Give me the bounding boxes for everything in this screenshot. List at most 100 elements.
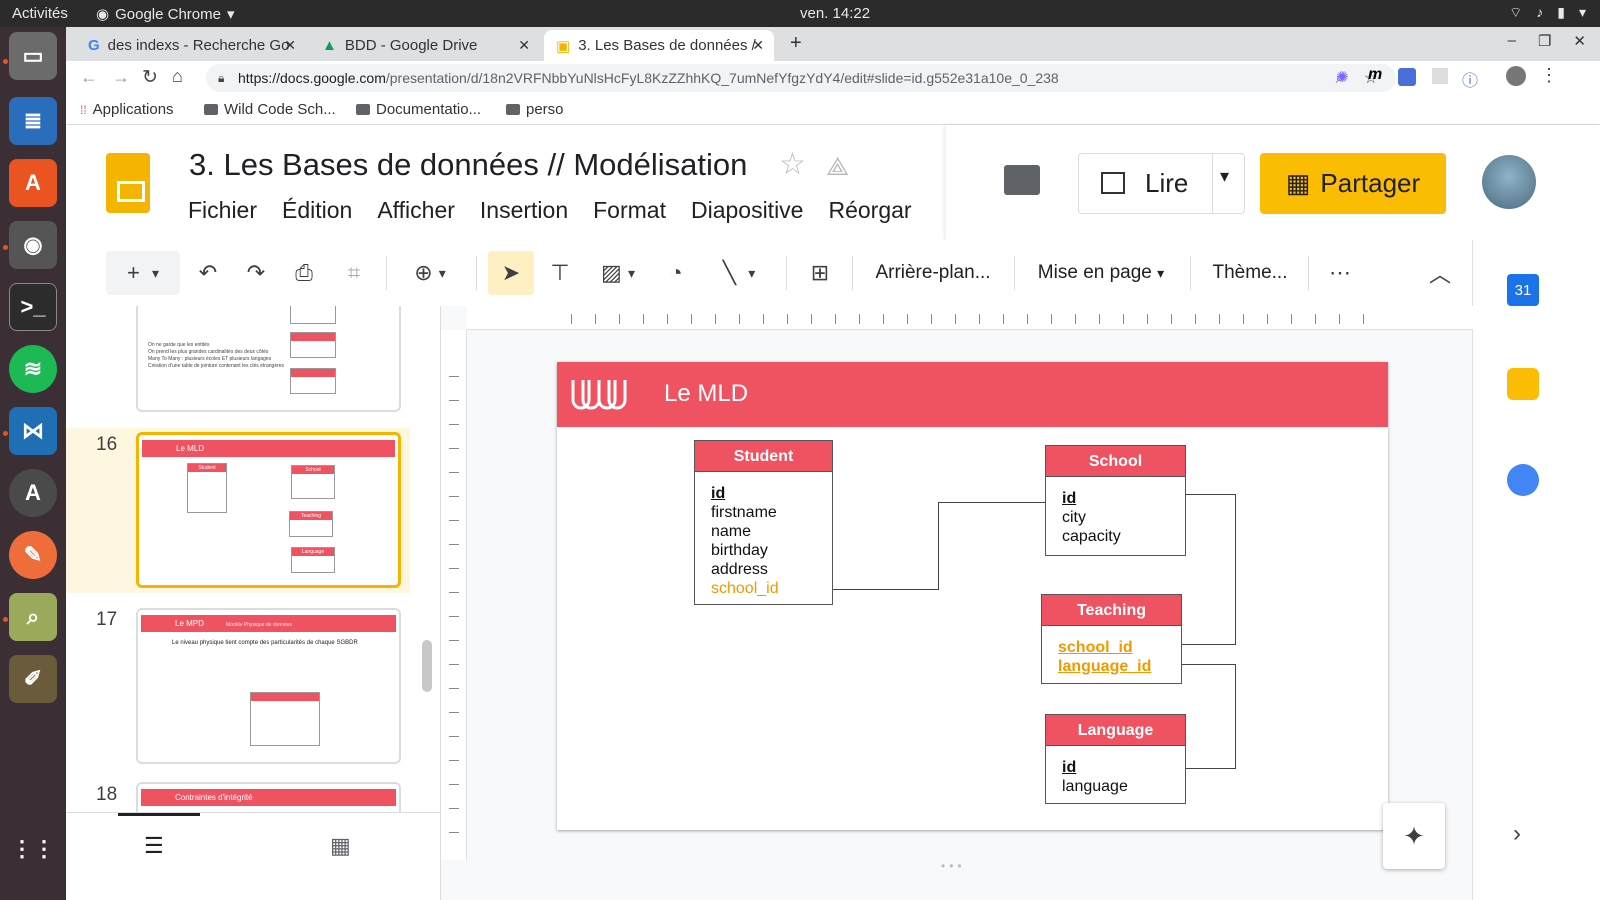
menu-edit[interactable]: Édition (282, 197, 352, 224)
avatar[interactable] (1482, 155, 1536, 209)
keep-icon[interactable] (1507, 368, 1539, 400)
bookmark-documentation[interactable]: Documentatio... (356, 101, 481, 118)
running-indicator (3, 59, 8, 64)
paint-icon[interactable]: ✐ (9, 655, 57, 703)
spotify-icon[interactable]: ≋ (9, 345, 57, 393)
share-button[interactable]: ▦ Partager (1260, 153, 1446, 214)
notes-resize-handle[interactable]: ••• (941, 859, 966, 873)
app-menu[interactable]: ◉ Google Chrome ▾ (96, 5, 235, 24)
menu-file[interactable]: Fichier (188, 197, 257, 224)
horizontal-ruler[interactable] (467, 306, 1473, 330)
more-icon[interactable]: ⋯ (1322, 251, 1358, 295)
extension-icon[interactable]: m (1368, 66, 1382, 84)
grid-view-icon[interactable]: ▦ (330, 833, 351, 859)
vertical-ruler[interactable] (441, 330, 467, 860)
chevron-up-icon[interactable]: ︿ (1422, 251, 1458, 295)
menu-arrange[interactable]: Réorgar (828, 197, 911, 224)
chevron-right-icon[interactable]: › (1513, 820, 1521, 848)
ruler-tick (449, 592, 459, 593)
extension-icon[interactable]: ✺ (1336, 68, 1349, 86)
relation-line (1235, 494, 1236, 645)
vscode-icon[interactable]: ⋈ (9, 407, 57, 455)
close-icon[interactable]: ✕ (284, 37, 296, 54)
slide-thumbnail-15[interactable]: On ne garde que les entités On prend les… (136, 306, 401, 412)
profile-icon[interactable] (1506, 66, 1526, 86)
select-tool-icon[interactable]: ➤ (488, 251, 534, 295)
minimize-icon[interactable]: – (1508, 32, 1516, 50)
chevron-down-icon: ▾ (438, 264, 446, 281)
tab-search[interactable]: G des indexs - Recherche Go ✕ (76, 30, 306, 61)
extension-icon[interactable] (1398, 68, 1416, 86)
bookmark-wild-code[interactable]: Wild Code Sch... (204, 101, 336, 118)
explore-button[interactable]: ✦ (1383, 803, 1445, 869)
slide-16[interactable]: Le MLD Student id firstname name birthda… (557, 362, 1388, 830)
menu-slide[interactable]: Diapositive (691, 197, 804, 224)
theme-button[interactable]: Thème... (1202, 251, 1298, 295)
layout-button[interactable]: Mise en page ▾ (1028, 251, 1174, 295)
postman-icon[interactable]: ✎ (9, 531, 57, 579)
filmstrip-scrollbar[interactable] (422, 640, 432, 692)
slide-thumbnail-17[interactable]: Le MPD Modèle Physique de données Le niv… (136, 608, 401, 764)
reload-icon[interactable]: ↻ (142, 66, 158, 89)
shape-icon[interactable]: ◔ (656, 251, 696, 295)
restore-icon[interactable]: ❐ (1538, 32, 1551, 50)
menu-format[interactable]: Format (593, 197, 666, 224)
menu-insert[interactable]: Insertion (480, 197, 568, 224)
close-icon[interactable]: ✕ (752, 37, 764, 54)
close-icon[interactable]: ✕ (1573, 32, 1586, 50)
menu-view[interactable]: Afficher (377, 197, 455, 224)
slides-logo-icon[interactable] (106, 153, 150, 213)
system-tray[interactable]: ⌔ ♪ ▮ ▾ (1509, 4, 1586, 22)
file-manager-icon[interactable]: ▭ (9, 32, 57, 80)
updater-icon[interactable]: A (9, 469, 57, 517)
slide-thumbnail-16[interactable]: Le MLD Student School Teaching Language (136, 432, 401, 588)
chevron-down-icon[interactable]: ▾ (1220, 166, 1229, 187)
doc-title[interactable]: 3. Les Bases de données // Modélisation (189, 147, 747, 183)
terminal-icon[interactable]: >_ (9, 283, 57, 331)
redo-icon[interactable]: ↷ (238, 251, 274, 295)
os-top-bar: Activités ◉ Google Chrome ▾ ven. 14:22 ⌔… (0, 0, 1600, 27)
list-view-icon[interactable]: ☰ (144, 833, 164, 859)
back-icon[interactable]: ← (80, 67, 98, 88)
zoom-button[interactable]: ⊕ ▾ (400, 251, 460, 295)
tab-drive[interactable]: ▲ BDD - Google Drive ✕ (310, 30, 540, 61)
bookmark-applications[interactable]: ⁞⁞ Applications (80, 101, 174, 118)
move-to-drive-icon[interactable]: ⟁ (826, 151, 849, 183)
entity-language[interactable]: Language id language (1045, 714, 1186, 804)
background-button[interactable]: Arrière-plan... (866, 251, 1000, 295)
slide-thumbnail-18[interactable]: Contraintes d'intégrité (136, 782, 401, 812)
line-button[interactable]: ╲ ▾ (706, 251, 772, 295)
close-icon[interactable]: ✕ (518, 37, 530, 54)
paint-format-icon[interactable]: ⌗ (336, 251, 372, 295)
text-box-icon[interactable]: ⊤ (540, 251, 580, 295)
star-icon[interactable]: ☆ (779, 147, 806, 182)
tasks-icon[interactable] (1507, 464, 1539, 496)
software-center-icon[interactable]: A (9, 159, 57, 207)
bookmark-perso[interactable]: perso (506, 101, 564, 118)
print-icon[interactable]: ⎙ (286, 251, 322, 295)
undo-icon[interactable]: ↶ (190, 251, 226, 295)
url-field[interactable]: 🔒︎ https://docs.google.com/presentation/… (206, 64, 1396, 92)
image-button[interactable]: ▨ ▾ (590, 251, 646, 295)
new-slide-button[interactable]: + ▾ (106, 251, 180, 295)
add-comment-icon[interactable]: ⊞ (800, 251, 840, 295)
menu-icon[interactable]: ⋮ (1540, 65, 1558, 86)
home-icon[interactable]: ⌂ (172, 66, 183, 87)
entity-school[interactable]: School id city capacity (1045, 445, 1186, 556)
calendar-icon[interactable]: 31 (1507, 274, 1539, 306)
image-viewer-icon[interactable]: ⌕ (9, 593, 57, 641)
writer-icon[interactable]: ≣ (9, 97, 57, 145)
entity-student[interactable]: Student id firstname name birthday addre… (694, 440, 833, 605)
chrome-dock-icon[interactable]: ◉ (9, 221, 57, 269)
comment-icon[interactable] (1004, 165, 1040, 195)
forward-icon[interactable]: → (112, 67, 130, 88)
show-apps-icon[interactable]: ⋮⋮ (9, 825, 57, 873)
entity-teaching[interactable]: Teaching school_id language_id (1041, 594, 1182, 684)
extension-icon[interactable] (1432, 68, 1448, 84)
present-button[interactable]: Lire ▾ (1078, 153, 1245, 214)
new-tab-button[interactable]: + (790, 32, 802, 55)
tab-slides[interactable]: ▣ 3. Les Bases de données / ✕ (544, 30, 774, 61)
extension-icon[interactable]: ⓘ (1462, 67, 1478, 91)
clock[interactable]: ven. 14:22 (800, 5, 870, 22)
activities-button[interactable]: Activités (12, 5, 68, 22)
